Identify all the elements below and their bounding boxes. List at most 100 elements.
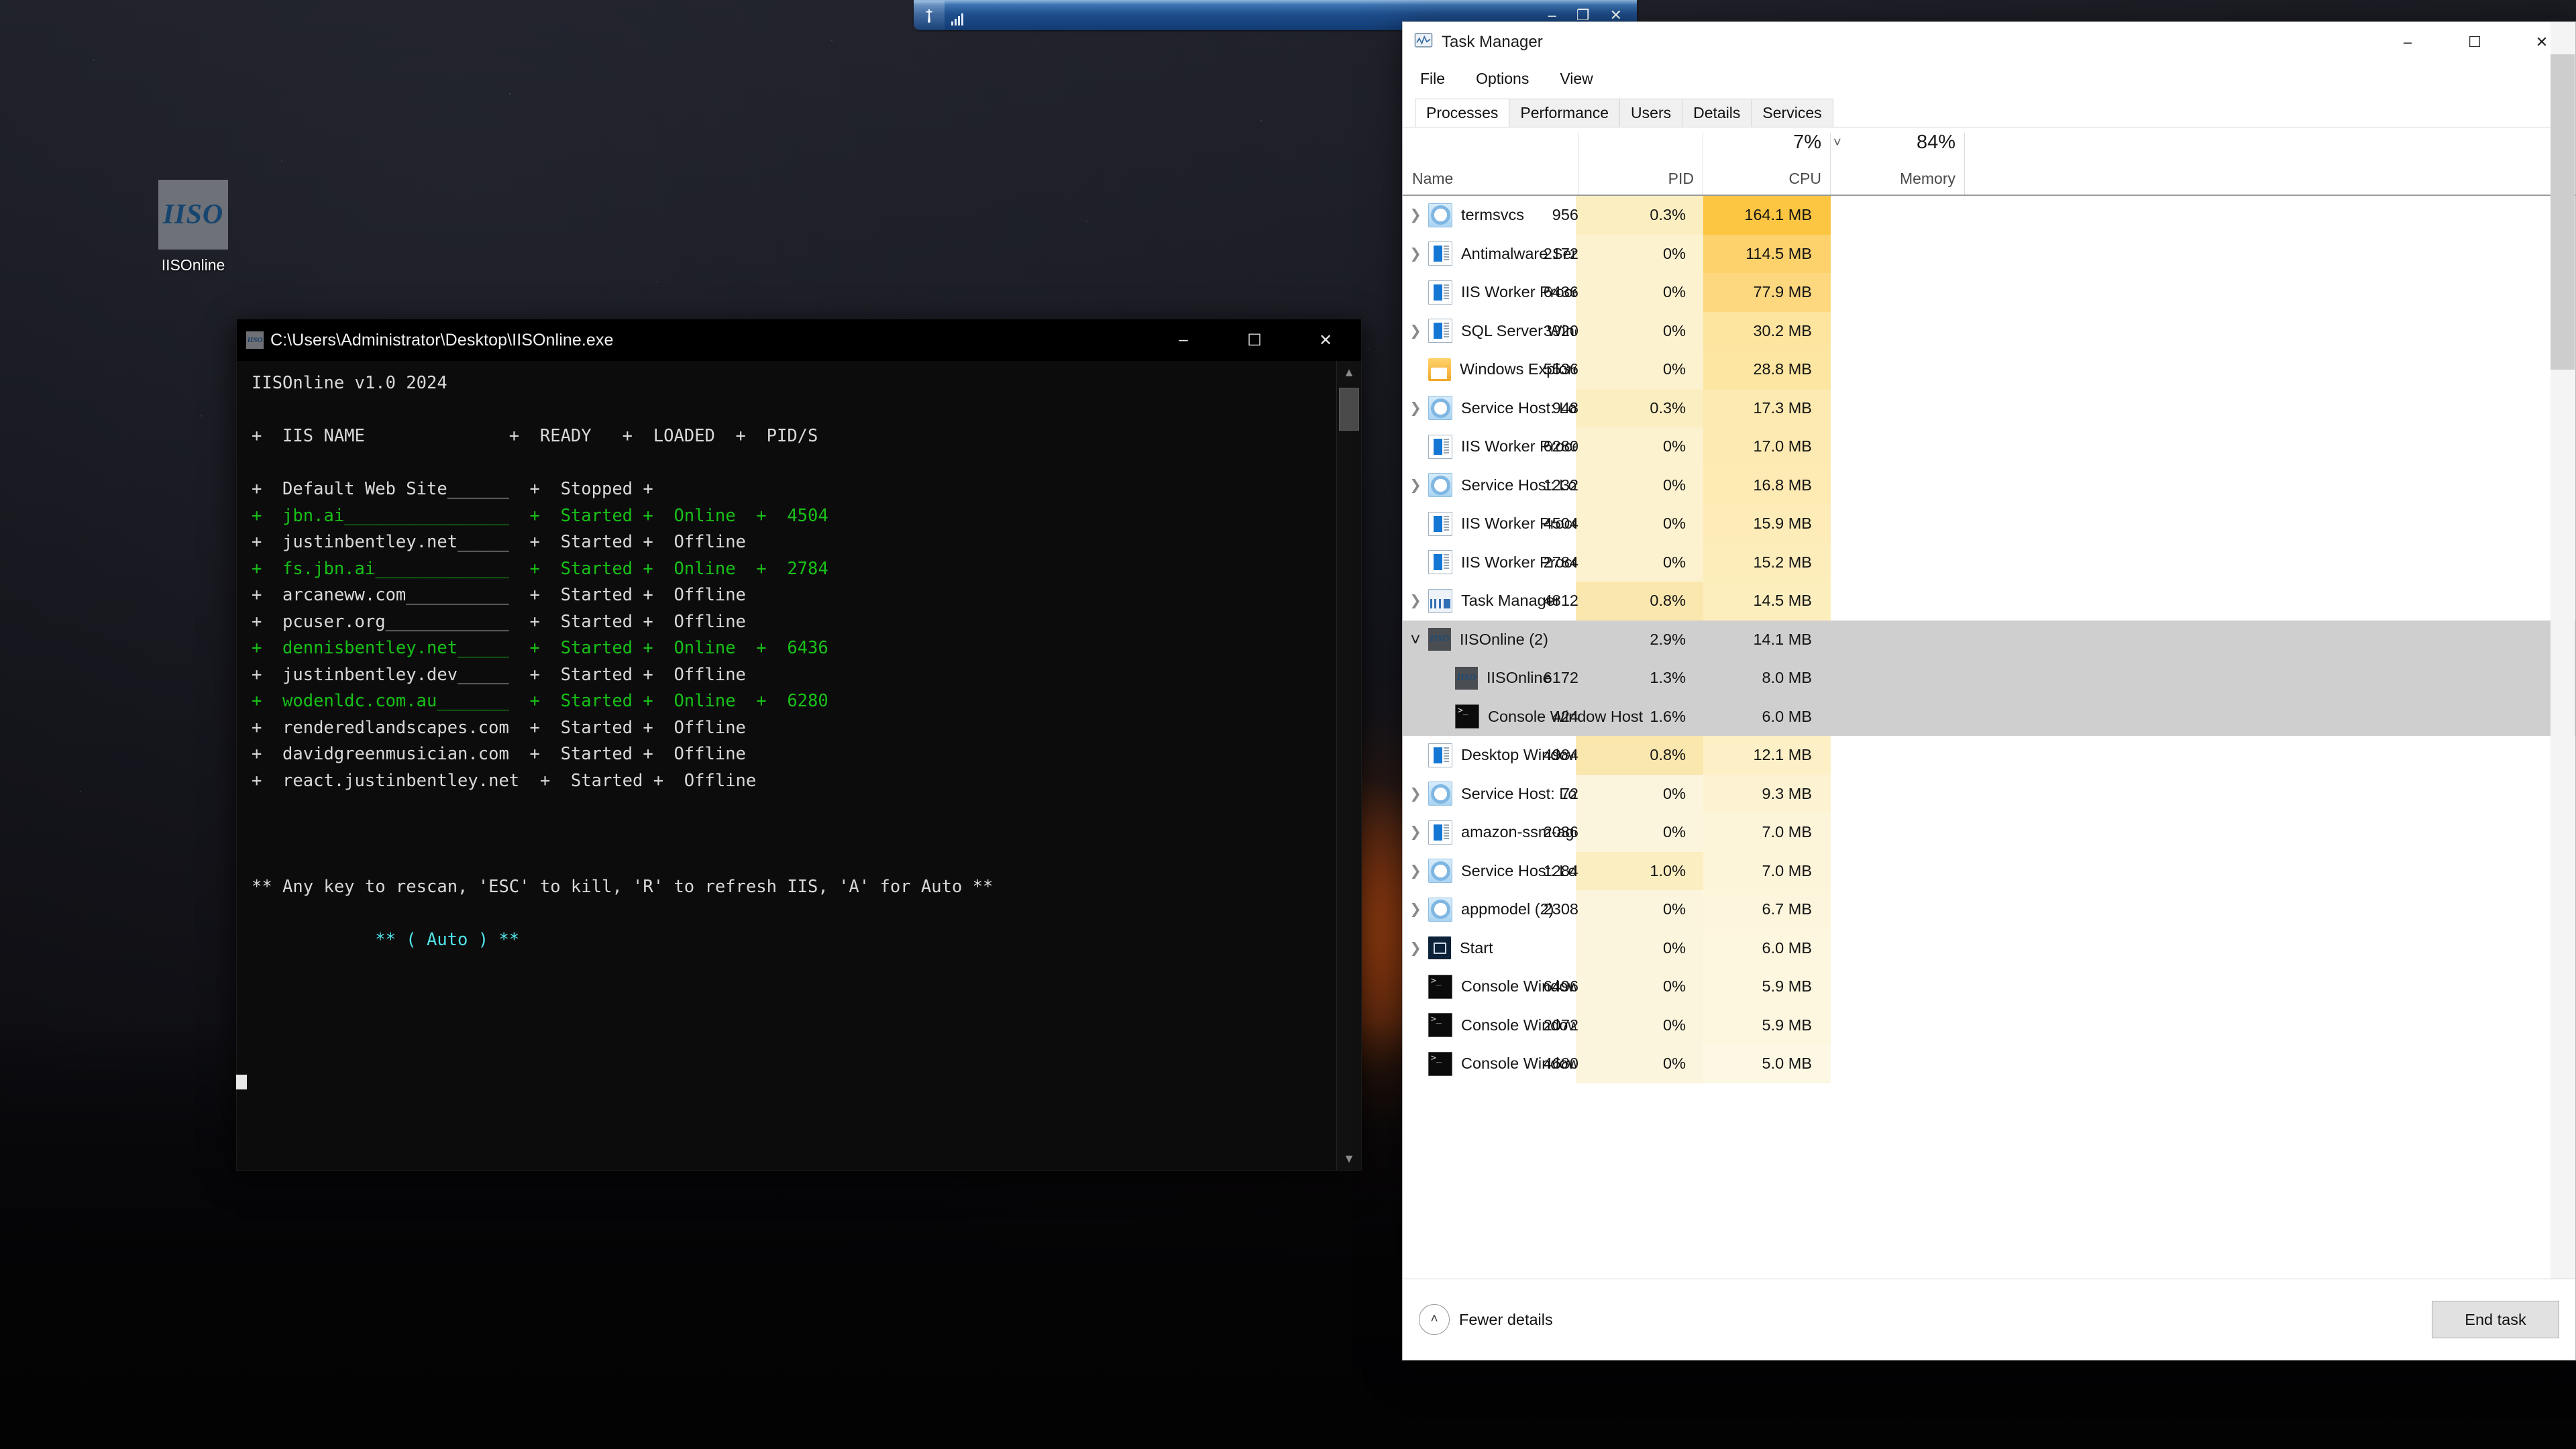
app-icon	[1428, 241, 1452, 266]
process-memory: 14.5 MB	[1753, 592, 1812, 610]
console-title-bar[interactable]: IISO C:\Users\Administrator\Desktop\IISO…	[237, 319, 1361, 361]
console-site-row: + arcaneww.com__________ + Started + Off…	[252, 585, 746, 605]
menu-item-file[interactable]: File	[1415, 67, 1450, 91]
column-header-cpu[interactable]: 7% CPU	[1703, 127, 1831, 195]
console-output[interactable]: IISOnline v1.0 2024 + IIS NAME + READY +…	[237, 361, 1361, 1170]
rdp-close-button[interactable]: ✕	[1610, 7, 1622, 23]
process-row[interactable]: ❯ appmodel (2) 2308 0% 6.7 MB	[1403, 890, 2575, 929]
console-window[interactable]: IISO C:\Users\Administrator\Desktop\IISO…	[236, 319, 1362, 1171]
process-row[interactable]: IISO IISOnline 6172 1.3% 8.0 MB	[1403, 659, 2575, 698]
tab-performance[interactable]: Performance	[1509, 99, 1621, 127]
iisonline-app-icon: IISO	[158, 180, 228, 250]
tab-services[interactable]: Services	[1751, 99, 1833, 127]
pin-icon[interactable]	[914, 1, 945, 30]
console-close-button[interactable]: ✕	[1290, 319, 1361, 361]
expand-chevron-right-icon[interactable]: ❯	[1403, 940, 1428, 957]
process-memory: 6.0 MB	[1762, 707, 1812, 725]
process-row[interactable]: ❯ Start 0% 6.0 MB	[1403, 928, 2575, 967]
tab-label: Users	[1631, 104, 1672, 121]
rdp-minimize-button[interactable]: –	[1548, 7, 1556, 23]
process-row[interactable]: ❯ Antimalware Service Executable 2172 0% 114…	[1403, 234, 2575, 273]
process-list-scrollbar[interactable]	[2551, 22, 2575, 1360]
process-row[interactable]: ❯ termsvcs 956 0.3% 164.1 MB	[1403, 196, 2575, 235]
end-task-button[interactable]: End task	[2432, 1301, 2559, 1338]
rdp-restore-button[interactable]: ❐	[1576, 7, 1590, 23]
process-memory: 8.0 MB	[1762, 669, 1812, 687]
app-icon	[1428, 511, 1452, 536]
task-manager-tabs[interactable]: Processes Performance Users Details Services	[1403, 95, 2575, 127]
process-row[interactable]: ❯ Service Host: Local System (14) 1232 0% 16…	[1403, 466, 2575, 504]
process-row[interactable]: Console Window Host20720%5.9 MB	[1403, 1006, 2575, 1044]
expand-chevron-right-icon[interactable]: ❯	[1403, 207, 1428, 223]
process-row[interactable]: ❯ Service Host: Local System (14) 948 0.3% 1…	[1403, 388, 2575, 427]
process-cpu: 2.9%	[1650, 630, 1686, 648]
console-scroll-up-icon[interactable]: ▲	[1337, 361, 1361, 384]
column-header-pid[interactable]: PID	[1578, 127, 1703, 195]
expand-chevron-right-icon[interactable]: ❯	[1403, 901, 1428, 918]
cmd-icon	[1428, 1013, 1452, 1038]
process-row[interactable]: ❯ amazon-ssm-agent 2036 0% 7.0 MB	[1403, 813, 2575, 852]
process-row[interactable]: ❯SQL Server Windows NT - 64 Bit39200%30.…	[1403, 311, 2575, 350]
expand-chevron-right-icon[interactable]: ❯	[1403, 477, 1428, 494]
console-blank5	[252, 850, 262, 870]
rdp-window-controls[interactable]: – ❐ ✕	[1548, 7, 1637, 23]
menu-item-view[interactable]: View	[1554, 67, 1598, 91]
process-row[interactable]: ❯Service Host: Local Service (Network Re…	[1403, 774, 2575, 813]
process-row[interactable]: Console Window Host64960%5.9 MB	[1403, 967, 2575, 1006]
process-cpu: 0%	[1663, 938, 1686, 957]
gear-icon	[1428, 203, 1452, 227]
process-row[interactable]: IIS Worker Process 4504 0% 15.9 MB	[1403, 504, 2575, 543]
process-row[interactable]: ❯ Task Manager 4812 0.8% 14.5 MB	[1403, 582, 2575, 621]
fewer-details-button[interactable]: ˄ Fewer details	[1419, 1304, 1553, 1335]
task-manager-window-controls[interactable]: – ☐ ✕	[2374, 22, 2575, 62]
menu-item-options[interactable]: Options	[1470, 67, 1534, 91]
tab-processes[interactable]: Processes	[1415, 99, 1510, 127]
tab-users[interactable]: Users	[1619, 99, 1683, 127]
console-scroll-down-icon[interactable]: ▼	[1337, 1147, 1361, 1170]
task-manager-maximize-button[interactable]: ☐	[2441, 22, 2508, 62]
process-row[interactable]: Desktop Window Manager 4984 0.8% 12.1 MB	[1403, 736, 2575, 775]
process-list-scrollbar-thumb[interactable]	[2551, 54, 2575, 370]
process-list[interactable]: ❯ termsvcs 956 0.3% 164.1 MB ❯ Antimalware Ser…	[1403, 196, 2575, 1279]
process-row[interactable]: IIS Worker Process 6280 0% 17.0 MB	[1403, 427, 2575, 466]
expand-chevron-right-icon[interactable]: ❯	[1403, 786, 1428, 802]
process-memory: 16.8 MB	[1753, 476, 1812, 494]
console-minimize-button[interactable]: –	[1148, 319, 1219, 361]
process-cpu: 0%	[1663, 476, 1686, 494]
desktop-icon-iisonline[interactable]: IISO IISOnline	[153, 180, 233, 274]
console-scrollbar-thumb[interactable]	[1339, 388, 1359, 431]
process-row[interactable]: ❯Service Host: Local Service (No Network…	[1403, 851, 2575, 890]
collapse-chevron-down-icon[interactable]: ˅	[1403, 629, 1428, 650]
console-maximize-button[interactable]: ☐	[1219, 319, 1290, 361]
process-memory: 6.7 MB	[1762, 900, 1812, 918]
task-manager-minimize-button[interactable]: –	[2374, 22, 2441, 62]
task-manager-menu-bar[interactable]: File Options View	[1403, 62, 2575, 95]
process-row[interactable]: Console Window Host46800%5.0 MB	[1403, 1044, 2575, 1083]
process-row[interactable]: IIS Worker Process 2784 0% 15.2 MB	[1403, 543, 2575, 582]
console-scrollbar[interactable]: ▲ ▼	[1336, 361, 1361, 1170]
console-window-controls[interactable]: – ☐ ✕	[1148, 319, 1361, 361]
desktop-icon-label: IISOnline	[161, 256, 225, 274]
console-column-header: + IIS NAME + READY + LOADED + PID/S	[252, 426, 818, 446]
expand-chevron-right-icon[interactable]: ❯	[1403, 400, 1428, 417]
process-row[interactable]: ˅ IISO IISOnline (2) 2.9% 14.1 MB	[1403, 620, 2575, 659]
tab-details[interactable]: Details	[1682, 99, 1752, 127]
expand-chevron-right-icon[interactable]: ❯	[1403, 246, 1428, 262]
task-manager-title-bar[interactable]: Task Manager – ☐ ✕	[1403, 22, 2575, 62]
expand-chevron-right-icon[interactable]: ❯	[1403, 323, 1428, 339]
task-manager-footer[interactable]: ˄ Fewer details End task	[1403, 1279, 2575, 1360]
process-pid: 2036	[1543, 823, 1578, 841]
process-pid: 4812	[1543, 592, 1578, 610]
process-table-header[interactable]: Name PID 7% CPU ˅ 84% Memory	[1403, 127, 2575, 196]
process-row[interactable]: Console Window Host4241.6%6.0 MB	[1403, 697, 2575, 736]
task-manager-window[interactable]: Task Manager – ☐ ✕ File Options View Pro…	[1402, 21, 2576, 1360]
process-memory: 12.1 MB	[1753, 746, 1812, 764]
gear-icon	[1428, 782, 1452, 806]
expand-chevron-right-icon[interactable]: ❯	[1403, 824, 1428, 841]
process-row[interactable]: Windows Explorer 5536 0% 28.8 MB	[1403, 350, 2575, 389]
expand-chevron-right-icon[interactable]: ❯	[1403, 863, 1428, 879]
column-header-name[interactable]: Name	[1403, 127, 1578, 195]
process-row[interactable]: IIS Worker Process 6436 0% 77.9 MB	[1403, 273, 2575, 312]
column-header-memory[interactable]: ˅ 84% Memory	[1831, 127, 1965, 195]
expand-chevron-right-icon[interactable]: ❯	[1403, 592, 1428, 609]
